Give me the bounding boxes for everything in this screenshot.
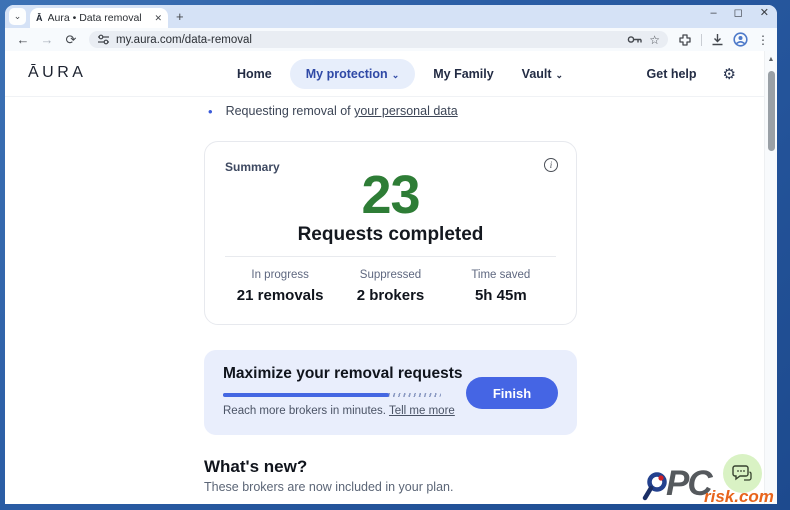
bullet-text: Requesting removal of your personal data	[226, 104, 458, 118]
nav-item-home[interactable]: Home	[227, 59, 282, 89]
browser-tab[interactable]: Ā Aura • Data removal ✕	[30, 8, 168, 28]
chat-bubbles-icon	[732, 464, 753, 483]
scroll-up-icon[interactable]: ▲	[765, 51, 777, 63]
summary-card: Summary i 23 Requests completed In progr…	[204, 141, 577, 325]
stat-value: 2 brokers	[335, 287, 445, 304]
stat-label: In progress	[225, 269, 335, 281]
address-bar[interactable]: my.aura.com/data-removal ☆	[89, 31, 668, 48]
page-content: ĀURA Home My protection⌄ My Family Vault…	[5, 51, 777, 504]
stat-label: Time saved	[446, 269, 556, 281]
chevron-down-icon: ⌄	[392, 70, 400, 80]
settings-gear-icon[interactable]: ⚙	[723, 67, 736, 82]
tab-close-icon[interactable]: ✕	[154, 13, 162, 24]
maximize-button[interactable]: ◻	[734, 8, 743, 19]
stat-suppressed: Suppressed 2 brokers	[335, 269, 445, 304]
bullet-dot: •	[208, 105, 213, 118]
close-button[interactable]: ✕	[760, 8, 769, 19]
scrollbar-thumb[interactable]	[768, 71, 775, 151]
progress-bar	[223, 393, 441, 397]
stat-value: 21 removals	[225, 287, 335, 304]
site-settings-icon[interactable]	[97, 33, 110, 46]
progress-fill	[223, 393, 389, 397]
bookmark-star-icon[interactable]: ☆	[649, 34, 660, 46]
your-personal-data-link[interactable]: your personal data	[354, 104, 458, 118]
nav-links: Home My protection⌄ My Family Vault⌄	[227, 59, 573, 89]
tell-me-more-link[interactable]: Tell me more	[389, 405, 455, 417]
stat-time-saved: Time saved 5h 45m	[446, 269, 556, 304]
watermark-pc: PC	[666, 464, 711, 504]
tab-title: Aura • Data removal	[48, 12, 150, 24]
minimize-button[interactable]: –	[711, 8, 717, 19]
stats-row: In progress 21 removals Suppressed 2 bro…	[225, 269, 556, 304]
page-scrollbar[interactable]: ▲	[764, 51, 777, 504]
new-tab-button[interactable]: +	[176, 9, 184, 24]
site-nav: ĀURA Home My protection⌄ My Family Vault…	[5, 51, 764, 97]
stat-label: Suppressed	[335, 269, 445, 281]
whats-new-description: These brokers are now included in your p…	[204, 480, 453, 494]
browser-toolbar: ← → ⟳ my.aura.com/data-removal ☆	[5, 28, 777, 51]
requests-completed-count: 23	[205, 164, 576, 226]
whats-new-heading: What's new?	[204, 457, 307, 477]
toolbar-divider	[701, 34, 702, 46]
plus-icon: +	[176, 9, 184, 24]
finish-button[interactable]: Finish	[466, 377, 558, 409]
requests-completed-heading: Requests completed	[205, 224, 576, 246]
forward-button[interactable]: →	[37, 33, 57, 46]
get-help-link[interactable]: Get help	[637, 59, 707, 89]
reload-button[interactable]: ⟳	[61, 33, 81, 46]
nav-right: Get help ⚙	[637, 59, 736, 89]
download-icon[interactable]	[711, 33, 724, 46]
toolbar-actions: ⋮	[678, 32, 769, 47]
profile-avatar-icon[interactable]	[733, 32, 748, 47]
chat-widget-button[interactable]	[723, 454, 762, 493]
maximize-card: Maximize your removal requests Reach mor…	[204, 350, 577, 435]
magnifier-icon	[642, 472, 670, 502]
aura-favicon-icon: Ā	[36, 14, 43, 23]
password-key-icon[interactable]	[627, 34, 643, 45]
card-divider	[225, 256, 556, 257]
url-text: my.aura.com/data-removal	[116, 34, 252, 46]
maximize-title: Maximize your removal requests	[223, 365, 463, 383]
window-controls: – ◻ ✕	[711, 8, 769, 19]
nav-item-my-family[interactable]: My Family	[423, 59, 503, 89]
tab-search-button[interactable]: ⌄	[9, 8, 26, 25]
extensions-icon[interactable]	[678, 33, 692, 47]
chevron-down-icon: ⌄	[556, 70, 564, 80]
stat-value: 5h 45m	[446, 287, 556, 304]
chevron-down-icon: ⌄	[14, 11, 22, 22]
stat-in-progress: In progress 21 removals	[225, 269, 335, 304]
back-button[interactable]: ←	[13, 33, 33, 46]
maximize-note: Reach more brokers in minutes. Tell me m…	[223, 405, 455, 417]
overflow-menu-icon[interactable]: ⋮	[757, 34, 769, 46]
tab-strip: ⌄ Ā Aura • Data removal ✕ + – ◻ ✕	[5, 5, 777, 28]
nav-item-my-protection[interactable]: My protection⌄	[290, 59, 416, 89]
aura-logo[interactable]: ĀURA	[28, 64, 86, 82]
browser-window: ⌄ Ā Aura • Data removal ✕ + – ◻ ✕ ← → ⟳	[5, 5, 777, 504]
nav-item-vault[interactable]: Vault⌄	[512, 59, 573, 89]
bullet-row: • Requesting removal of your personal da…	[208, 104, 458, 118]
